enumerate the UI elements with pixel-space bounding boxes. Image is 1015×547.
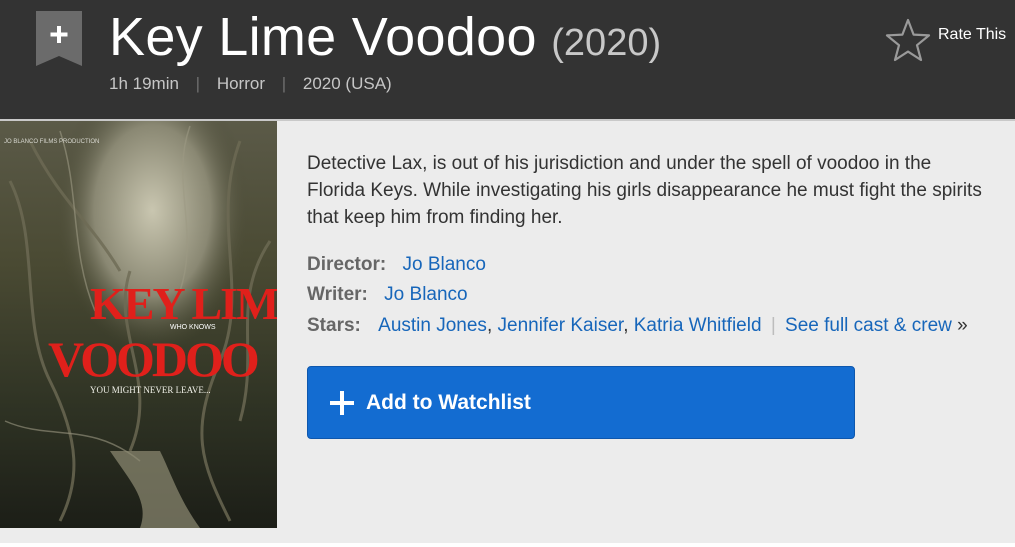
full-cast-link[interactable]: See full cast & crew — [785, 315, 952, 336]
director-link[interactable]: Jo Blanco — [402, 254, 485, 275]
poster-title-line2: VOODOO — [48, 331, 258, 387]
writer-credit: Writer: Jo Blanco — [307, 284, 468, 306]
rate-this-label: Rate This — [938, 26, 1007, 43]
director-label: Director: — [307, 254, 387, 275]
comma: , — [623, 315, 634, 336]
genre-link[interactable]: Horror — [217, 74, 265, 93]
writer-label: Writer: — [307, 284, 368, 305]
divider: | — [770, 315, 776, 336]
page-title: Key Lime Voodoo — [109, 7, 537, 67]
poster-small-tagline: WHO KNOWS — [170, 324, 216, 331]
rate-this-button[interactable]: Rate This — [884, 17, 1006, 63]
runtime: 1h 19min — [109, 74, 179, 93]
star-link[interactable]: Katria Whitfield — [634, 315, 762, 336]
poster-tagline: YOU MIGHT NEVER LEAVE... — [90, 385, 211, 395]
poster-image[interactable]: JO BLANCO FILMS PRODUCTION KEY LIME WHO … — [0, 121, 277, 528]
title-wrapper: Key Lime Voodoo (2020) — [109, 6, 661, 68]
watchlist-label: Add to Watchlist — [366, 390, 531, 414]
poster-title-line1: KEY LIME — [90, 278, 277, 329]
divider: | — [281, 74, 287, 93]
plus-icon — [330, 390, 354, 415]
star-outline-icon — [885, 18, 931, 62]
comma: , — [486, 315, 498, 336]
star-link[interactable]: Jennifer Kaiser — [498, 315, 624, 336]
add-to-watchlist-ribbon[interactable] — [36, 11, 82, 66]
director-credit: Director: Jo Blanco — [307, 254, 486, 276]
writer-link[interactable]: Jo Blanco — [384, 284, 467, 305]
star-link[interactable]: Austin Jones — [378, 315, 487, 336]
studio-text: JO BLANCO FILMS PRODUCTION — [4, 139, 99, 145]
title-bar: Key Lime Voodoo (2020) 1h 19min | Horror… — [0, 0, 1015, 121]
add-to-watchlist-button[interactable]: Add to Watchlist — [307, 366, 855, 439]
stars-label: Stars: — [307, 315, 361, 336]
divider — [0, 543, 1015, 547]
plot-summary: Detective Lax, is out of his jurisdictio… — [307, 153, 982, 228]
title-subtext: 1h 19min | Horror | 2020 (USA) — [109, 74, 392, 94]
stars-credit: Stars: Austin Jones, Jennifer Kaiser, Ka… — [307, 315, 968, 337]
release-date-link[interactable]: 2020 (USA) — [303, 74, 392, 93]
raquo-icon: » — [957, 315, 968, 336]
divider: | — [195, 74, 201, 93]
title-year[interactable]: (2020) — [551, 22, 661, 64]
